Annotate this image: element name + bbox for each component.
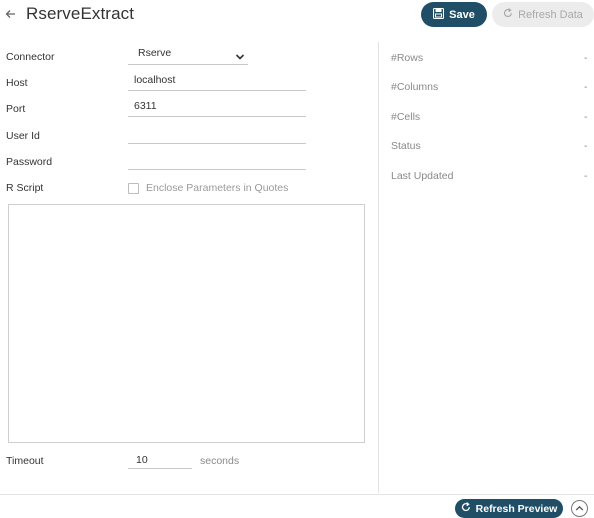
save-label: Save bbox=[449, 8, 475, 21]
password-field[interactable] bbox=[128, 152, 306, 170]
port-label: Port bbox=[6, 103, 26, 115]
host-field[interactable]: localhost bbox=[128, 73, 306, 91]
stat-columns-label: #Columns bbox=[391, 81, 439, 93]
stat-status-label: Status bbox=[391, 140, 421, 152]
enclose-parameters-checkbox[interactable] bbox=[128, 183, 139, 194]
page-title: RserveExtract bbox=[26, 4, 135, 23]
host-label: Host bbox=[6, 77, 28, 89]
panel-divider bbox=[378, 42, 379, 493]
refresh-icon bbox=[461, 502, 471, 515]
r-script-label: R Script bbox=[6, 182, 44, 194]
refresh-data-button[interactable]: Refresh Data bbox=[492, 2, 594, 27]
port-field[interactable]: 6311 bbox=[128, 99, 306, 117]
enclose-parameters-label[interactable]: Enclose Parameters in Quotes bbox=[146, 182, 288, 194]
r-script-editor[interactable] bbox=[8, 204, 365, 443]
stat-rows-value: - bbox=[584, 52, 588, 64]
refresh-preview-button[interactable]: Refresh Preview bbox=[455, 499, 563, 518]
stat-last-updated-value: - bbox=[584, 170, 588, 182]
arrow-left-icon[interactable] bbox=[4, 6, 18, 22]
footer-divider bbox=[0, 494, 594, 495]
stat-last-updated-label: Last Updated bbox=[391, 170, 454, 182]
chevron-up-icon bbox=[575, 503, 584, 515]
user-id-field[interactable] bbox=[128, 126, 306, 144]
chevron-down-icon[interactable] bbox=[235, 52, 245, 60]
refresh-preview-label: Refresh Preview bbox=[475, 502, 558, 515]
floppy-disk-icon bbox=[433, 7, 445, 22]
stat-cells-label: #Cells bbox=[391, 111, 421, 123]
password-label: Password bbox=[6, 156, 53, 168]
timeout-field[interactable]: 10 bbox=[128, 453, 192, 469]
save-button[interactable]: Save bbox=[421, 2, 487, 27]
user-id-label: User Id bbox=[6, 130, 40, 142]
connector-select[interactable]: Rserve bbox=[128, 46, 248, 65]
connector-label: Connector bbox=[6, 51, 55, 63]
stat-status-value: - bbox=[584, 140, 588, 152]
stat-rows-label: #Rows bbox=[391, 52, 424, 64]
stat-columns-value: - bbox=[584, 81, 588, 93]
refresh-icon bbox=[503, 8, 513, 21]
collapse-preview-button[interactable] bbox=[571, 500, 588, 517]
refresh-data-label: Refresh Data bbox=[518, 8, 583, 21]
timeout-unit: seconds bbox=[200, 455, 240, 467]
timeout-label: Timeout bbox=[6, 455, 44, 467]
stat-cells-value: - bbox=[584, 111, 588, 123]
